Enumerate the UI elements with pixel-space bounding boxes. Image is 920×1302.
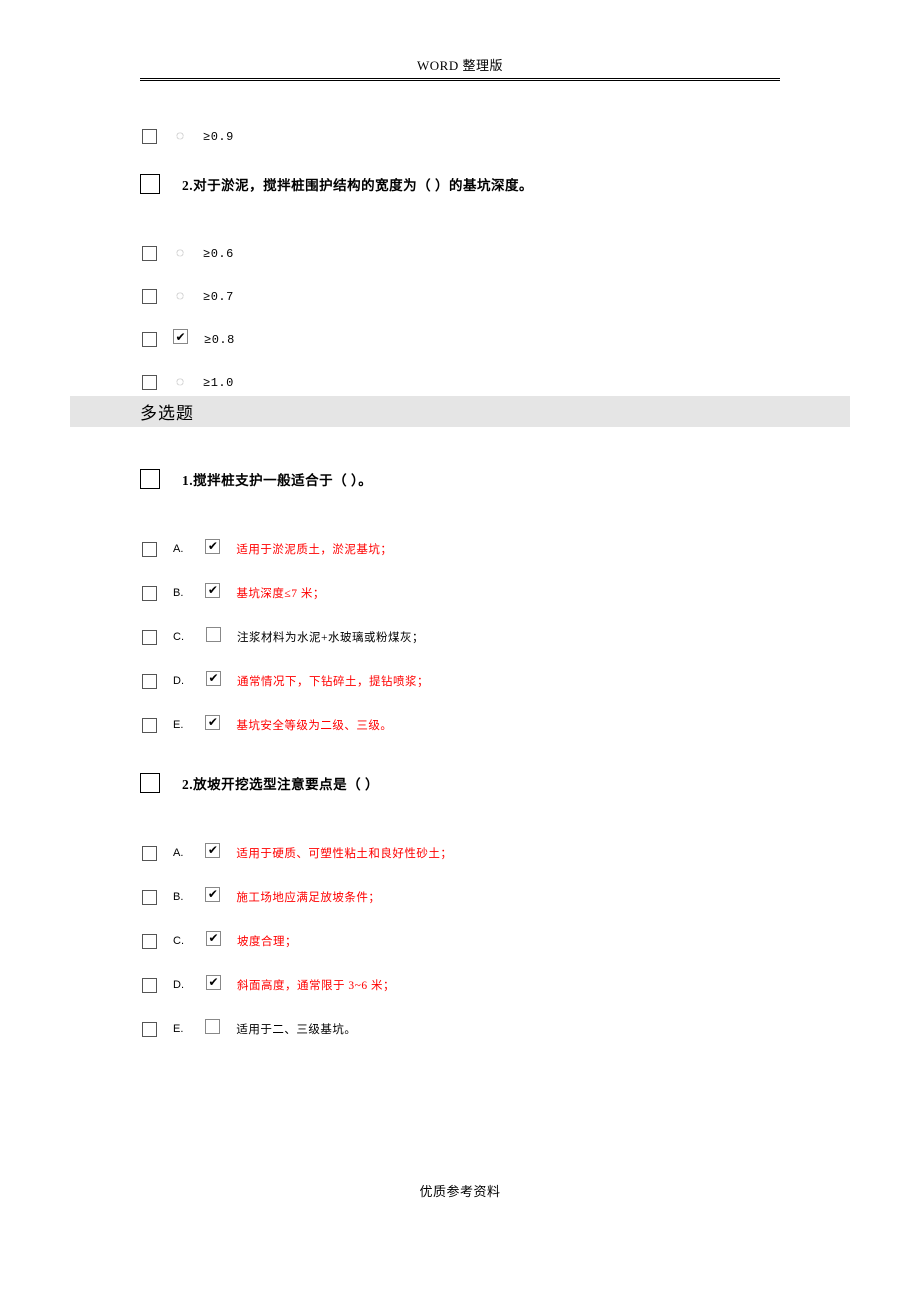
option-label: 适用于硬质、可塑性粘土和良好性砂土；	[236, 845, 452, 861]
mark-box[interactable]	[142, 246, 157, 261]
option-row: A. 适用于淤泥质土，淤泥基坑；	[140, 541, 780, 557]
question-box[interactable]	[140, 174, 160, 194]
mark-box[interactable]	[142, 718, 157, 733]
checkbox-icon[interactable]	[206, 627, 221, 642]
question-box[interactable]	[140, 773, 160, 793]
multi-question-1: 1.搅拌桩支护一般适合于（ ）。	[140, 469, 780, 489]
multi-question-2: 2.放坡开挖选型注意要点是（ ）	[140, 773, 780, 793]
option-label: 施工场地应满足放坡条件；	[236, 889, 380, 905]
mark-box[interactable]	[142, 890, 157, 905]
option-row: ◌ ≥0.9	[140, 129, 780, 144]
mark-box[interactable]	[142, 129, 157, 144]
option-row: C. 注浆材料为水泥+水玻璃或粉煤灰；	[140, 629, 780, 645]
option-letter: A.	[173, 847, 183, 859]
option-letter: A.	[173, 543, 183, 555]
option-label: 适用于淤泥质土，淤泥基坑；	[236, 541, 392, 557]
question-2: 2.对于淤泥，搅拌桩围护结构的宽度为（ ）的基坑深度。	[140, 174, 780, 194]
mark-box[interactable]	[142, 586, 157, 601]
mark-box[interactable]	[142, 978, 157, 993]
option-letter: B.	[173, 891, 183, 903]
option-label: 斜面高度，通常限于 3~6 米；	[237, 977, 395, 993]
option-label: 基坑安全等级为二级、三级。	[236, 717, 392, 733]
checkbox-icon[interactable]	[205, 843, 220, 858]
page-footer: 优质参考资料	[70, 1181, 850, 1200]
option-label: 适用于二、三级基坑。	[236, 1021, 356, 1037]
option-label: 基坑深度≤7 米；	[236, 585, 324, 601]
checkbox-icon[interactable]	[205, 583, 220, 598]
option-row: B. 基坑深度≤7 米；	[140, 585, 780, 601]
option-label: ≥1.0	[203, 376, 234, 390]
radio-icon[interactable]: ◌	[173, 290, 187, 304]
option-row: ≥0.8	[140, 332, 780, 347]
mark-box[interactable]	[142, 934, 157, 949]
mark-box[interactable]	[142, 332, 157, 347]
option-letter: B.	[173, 587, 183, 599]
option-row: E. 适用于二、三级基坑。	[140, 1021, 780, 1037]
option-label: ≥0.6	[203, 247, 234, 261]
checkbox-icon[interactable]	[205, 1019, 220, 1034]
page-header: WORD 整理版	[140, 55, 780, 79]
section-multi-choice: 多选题	[70, 396, 850, 427]
checkbox-icon[interactable]	[205, 715, 220, 730]
option-row: E. 基坑安全等级为二级、三级。	[140, 717, 780, 733]
question-stem: 2.对于淤泥，搅拌桩围护结构的宽度为（ ）的基坑深度。	[182, 174, 533, 194]
checkbox-icon[interactable]	[205, 539, 220, 554]
checkbox-icon[interactable]	[206, 671, 221, 686]
radio-icon[interactable]: ◌	[173, 247, 187, 261]
checkbox-icon[interactable]	[205, 887, 220, 902]
mark-box[interactable]	[142, 846, 157, 861]
option-label: 通常情况下，下钻碎土，提钻喷浆；	[237, 673, 429, 689]
option-letter: C.	[173, 935, 184, 947]
checkbox-icon[interactable]	[206, 931, 221, 946]
option-label: ≥0.9	[203, 130, 234, 144]
mark-box[interactable]	[142, 375, 157, 390]
option-label: 坡度合理；	[237, 933, 297, 949]
mark-box[interactable]	[142, 542, 157, 557]
option-label: ≥0.8	[204, 333, 235, 347]
option-letter: E.	[173, 1023, 183, 1035]
option-label: 注浆材料为水泥+水玻璃或粉煤灰；	[237, 629, 424, 645]
radio-icon[interactable]: ◌	[173, 376, 187, 390]
option-letter: D.	[173, 979, 184, 991]
option-row: A. 适用于硬质、可塑性粘土和良好性砂土；	[140, 845, 780, 861]
option-row: ◌ ≥0.7	[140, 289, 780, 304]
option-row: B. 施工场地应满足放坡条件；	[140, 889, 780, 905]
mark-box[interactable]	[142, 630, 157, 645]
question-stem: 1.搅拌桩支护一般适合于（ ）。	[182, 469, 372, 489]
option-row: D. 通常情况下，下钻碎土，提钻喷浆；	[140, 673, 780, 689]
option-letter: C.	[173, 631, 184, 643]
option-letter: D.	[173, 675, 184, 687]
mark-box[interactable]	[142, 1022, 157, 1037]
option-row: ◌ ≥1.0	[140, 375, 780, 390]
option-label: ≥0.7	[203, 290, 234, 304]
question-box[interactable]	[140, 469, 160, 489]
option-row: ◌ ≥0.6	[140, 246, 780, 261]
mark-box[interactable]	[142, 674, 157, 689]
mark-box[interactable]	[142, 289, 157, 304]
checkbox-icon[interactable]	[206, 975, 221, 990]
radio-icon[interactable]: ◌	[173, 130, 187, 144]
option-row: D. 斜面高度，通常限于 3~6 米；	[140, 977, 780, 993]
option-letter: E.	[173, 719, 183, 731]
checkbox-icon[interactable]	[173, 329, 188, 344]
question-stem: 2.放坡开挖选型注意要点是（ ）	[182, 773, 379, 793]
option-row: C. 坡度合理；	[140, 933, 780, 949]
